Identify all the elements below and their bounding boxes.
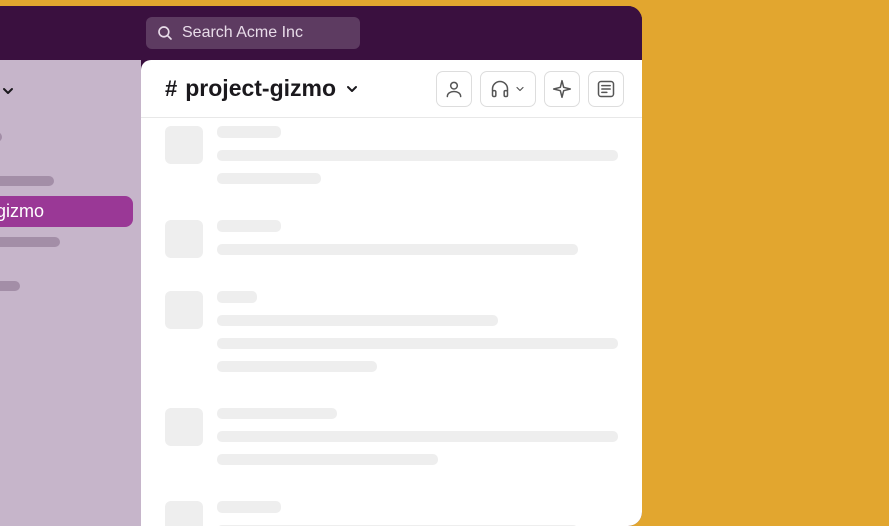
text-placeholder <box>217 244 578 255</box>
message-placeholder <box>165 220 618 267</box>
sidebar: Inc ject-gizmo <box>0 60 141 526</box>
slack-app-window: Search Acme Inc Inc ject-gizmo <box>0 6 642 526</box>
chevron-down-icon <box>514 83 526 95</box>
text-placeholder <box>217 220 281 232</box>
chevron-down-icon[interactable] <box>344 81 360 97</box>
text-placeholder <box>217 361 377 372</box>
avatar-placeholder <box>165 408 203 446</box>
notes-button[interactable] <box>588 71 624 107</box>
text-placeholder <box>217 126 281 138</box>
members-button[interactable] <box>436 71 472 107</box>
sidebar-item-placeholder[interactable] <box>0 237 60 247</box>
headphones-icon <box>490 79 510 99</box>
avatar-placeholder <box>165 291 203 329</box>
search-input[interactable]: Search Acme Inc <box>146 17 360 49</box>
avatar-placeholder <box>165 126 203 164</box>
message-placeholder <box>165 291 618 384</box>
hash-icon: # <box>165 76 177 102</box>
huddle-button[interactable] <box>480 71 536 107</box>
search-icon <box>156 24 174 42</box>
note-icon <box>596 79 616 99</box>
text-placeholder <box>217 454 438 465</box>
text-placeholder <box>217 315 498 326</box>
avatar-placeholder <box>165 220 203 258</box>
text-placeholder <box>217 431 618 442</box>
sidebar-item-label: ject-gizmo <box>0 201 44 221</box>
message-placeholder <box>165 126 618 196</box>
person-icon <box>444 79 464 99</box>
canvas-button[interactable] <box>544 71 580 107</box>
main-panel: # project-gizmo <box>141 60 642 526</box>
text-placeholder <box>217 150 618 161</box>
text-placeholder <box>217 338 618 349</box>
channel-header: # project-gizmo <box>141 60 642 118</box>
workspace-switcher[interactable]: Inc <box>0 78 141 112</box>
text-placeholder <box>217 408 337 419</box>
sidebar-item-placeholder[interactable] <box>0 132 2 142</box>
search-placeholder: Search Acme Inc <box>182 24 303 42</box>
top-bar: Search Acme Inc <box>0 6 642 60</box>
sidebar-item-placeholder[interactable] <box>0 176 54 186</box>
sparkle-icon <box>552 79 572 99</box>
message-placeholder <box>165 408 618 477</box>
chevron-down-icon <box>0 83 16 99</box>
message-placeholder <box>165 501 618 526</box>
text-placeholder <box>217 173 321 184</box>
channel-name[interactable]: project-gizmo <box>185 75 336 102</box>
avatar-placeholder <box>165 501 203 526</box>
text-placeholder <box>217 501 281 513</box>
sidebar-item-project-gizmo[interactable]: ject-gizmo <box>0 196 133 227</box>
text-placeholder <box>217 291 257 303</box>
message-list <box>141 118 642 526</box>
sidebar-item-placeholder[interactable] <box>0 281 20 291</box>
